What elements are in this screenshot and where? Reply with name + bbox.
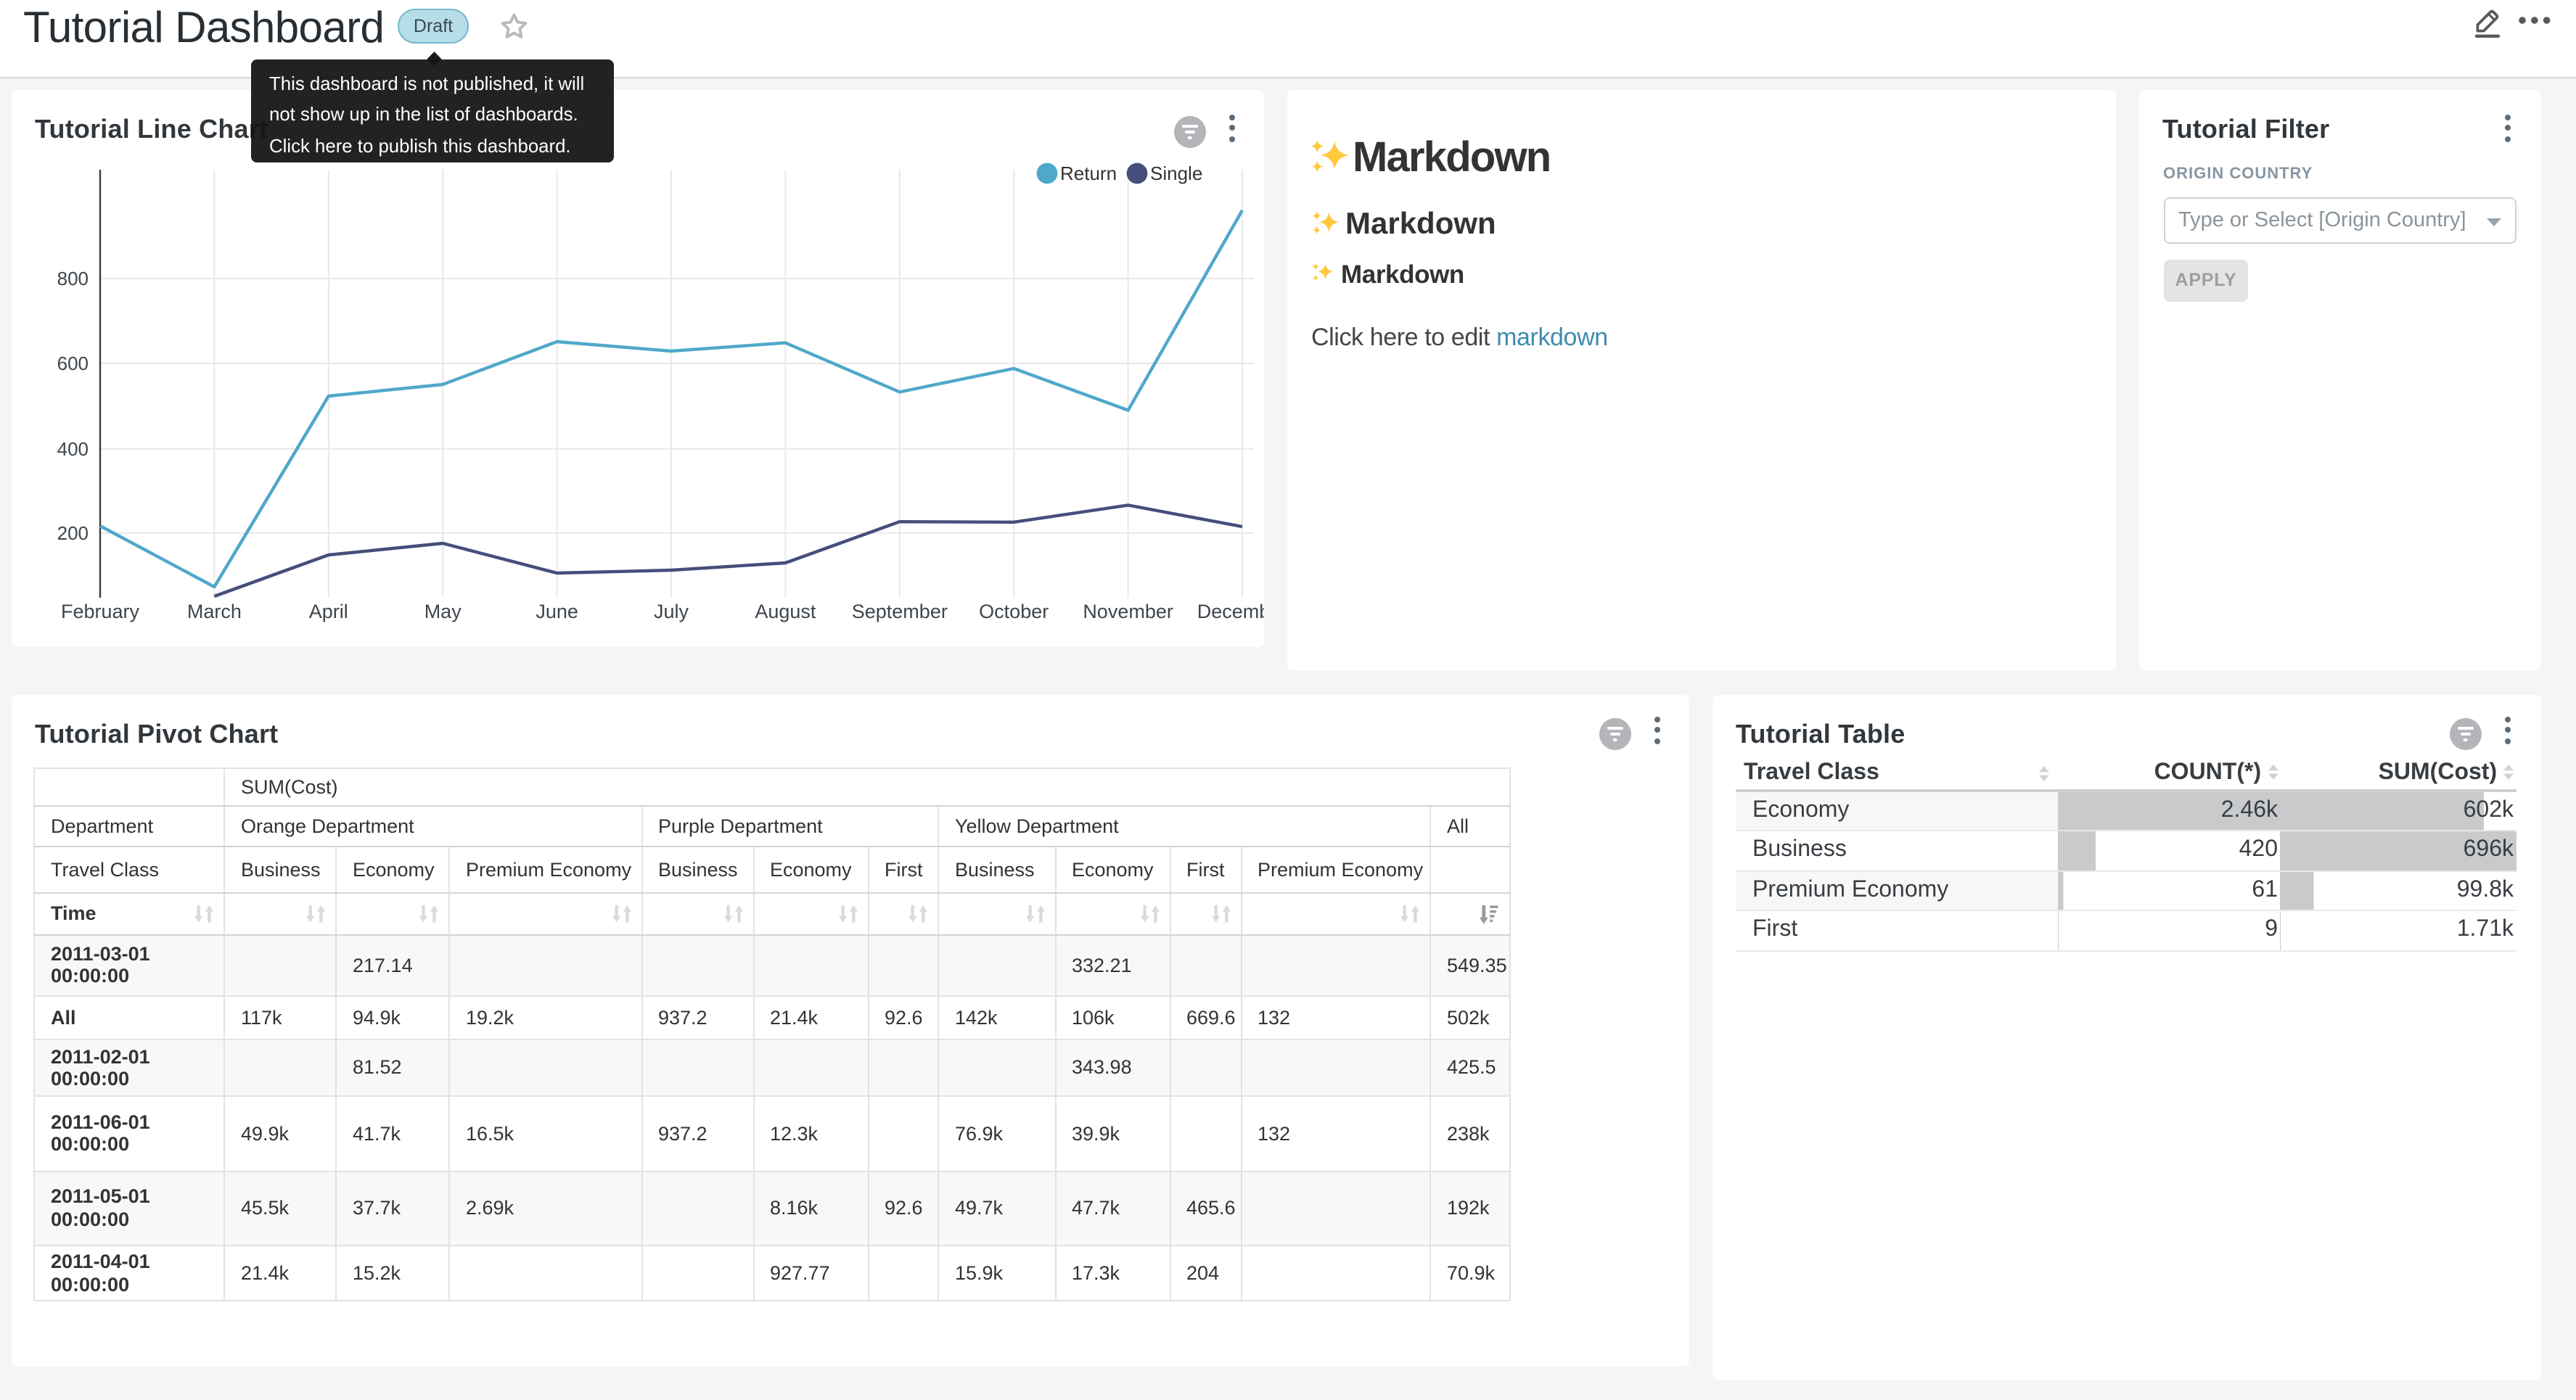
svg-text:400: 400 (57, 438, 89, 460)
svg-text:200: 200 (57, 522, 89, 544)
svg-text:800: 800 (57, 268, 89, 289)
svg-text:November: November (1083, 601, 1173, 622)
svg-text:July: July (654, 601, 689, 622)
svg-text:September: September (852, 601, 948, 622)
svg-text:May: May (424, 601, 462, 622)
svg-text:February: February (61, 601, 140, 622)
svg-text:June: June (536, 601, 578, 622)
svg-text:March: March (187, 601, 242, 622)
svg-text:October: October (979, 601, 1049, 622)
svg-text:Single: Single (1150, 162, 1202, 184)
svg-text:December: December (1197, 601, 1264, 622)
svg-text:600: 600 (57, 353, 89, 374)
svg-text:Return: Return (1060, 162, 1117, 184)
svg-text:April: April (309, 601, 348, 622)
svg-text:August: August (755, 601, 816, 622)
